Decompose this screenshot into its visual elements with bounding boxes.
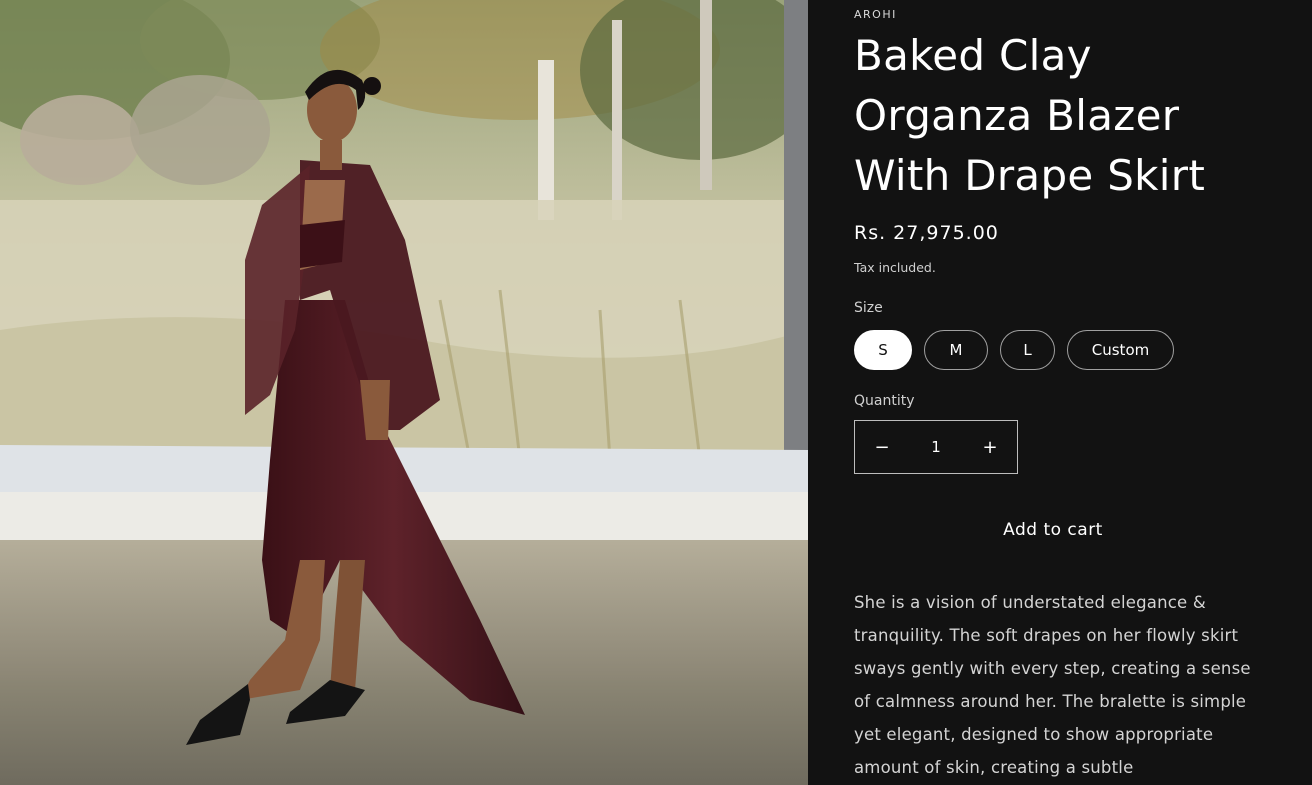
quantity-label: Quantity bbox=[854, 393, 915, 409]
size-option-custom[interactable]: Custom bbox=[1067, 330, 1174, 370]
vendor-name[interactable]: AROHI bbox=[854, 8, 897, 21]
size-label: Size bbox=[854, 300, 883, 316]
product-image[interactable] bbox=[0, 0, 808, 785]
decrease-quantity-button[interactable]: − bbox=[855, 437, 909, 458]
product-price: Rs. 27,975.00 bbox=[854, 222, 999, 244]
product-photo bbox=[0, 0, 808, 785]
product-description: She is a vision of understated elegance … bbox=[854, 593, 1251, 777]
size-options: S M L Custom bbox=[854, 330, 1174, 370]
size-option-m[interactable]: M bbox=[924, 330, 988, 370]
quantity-stepper: − 1 + bbox=[854, 420, 1018, 474]
product-title: Baked Clay Organza Blazer With Drape Ski… bbox=[854, 31, 1206, 200]
size-option-s[interactable]: S bbox=[854, 330, 912, 370]
quantity-input[interactable]: 1 bbox=[931, 438, 941, 456]
size-option-l[interactable]: L bbox=[1000, 330, 1055, 370]
add-to-cart-button[interactable]: Add to cart bbox=[854, 504, 1252, 556]
tax-note: Tax included. bbox=[854, 260, 936, 275]
increase-quantity-button[interactable]: + bbox=[963, 437, 1017, 458]
